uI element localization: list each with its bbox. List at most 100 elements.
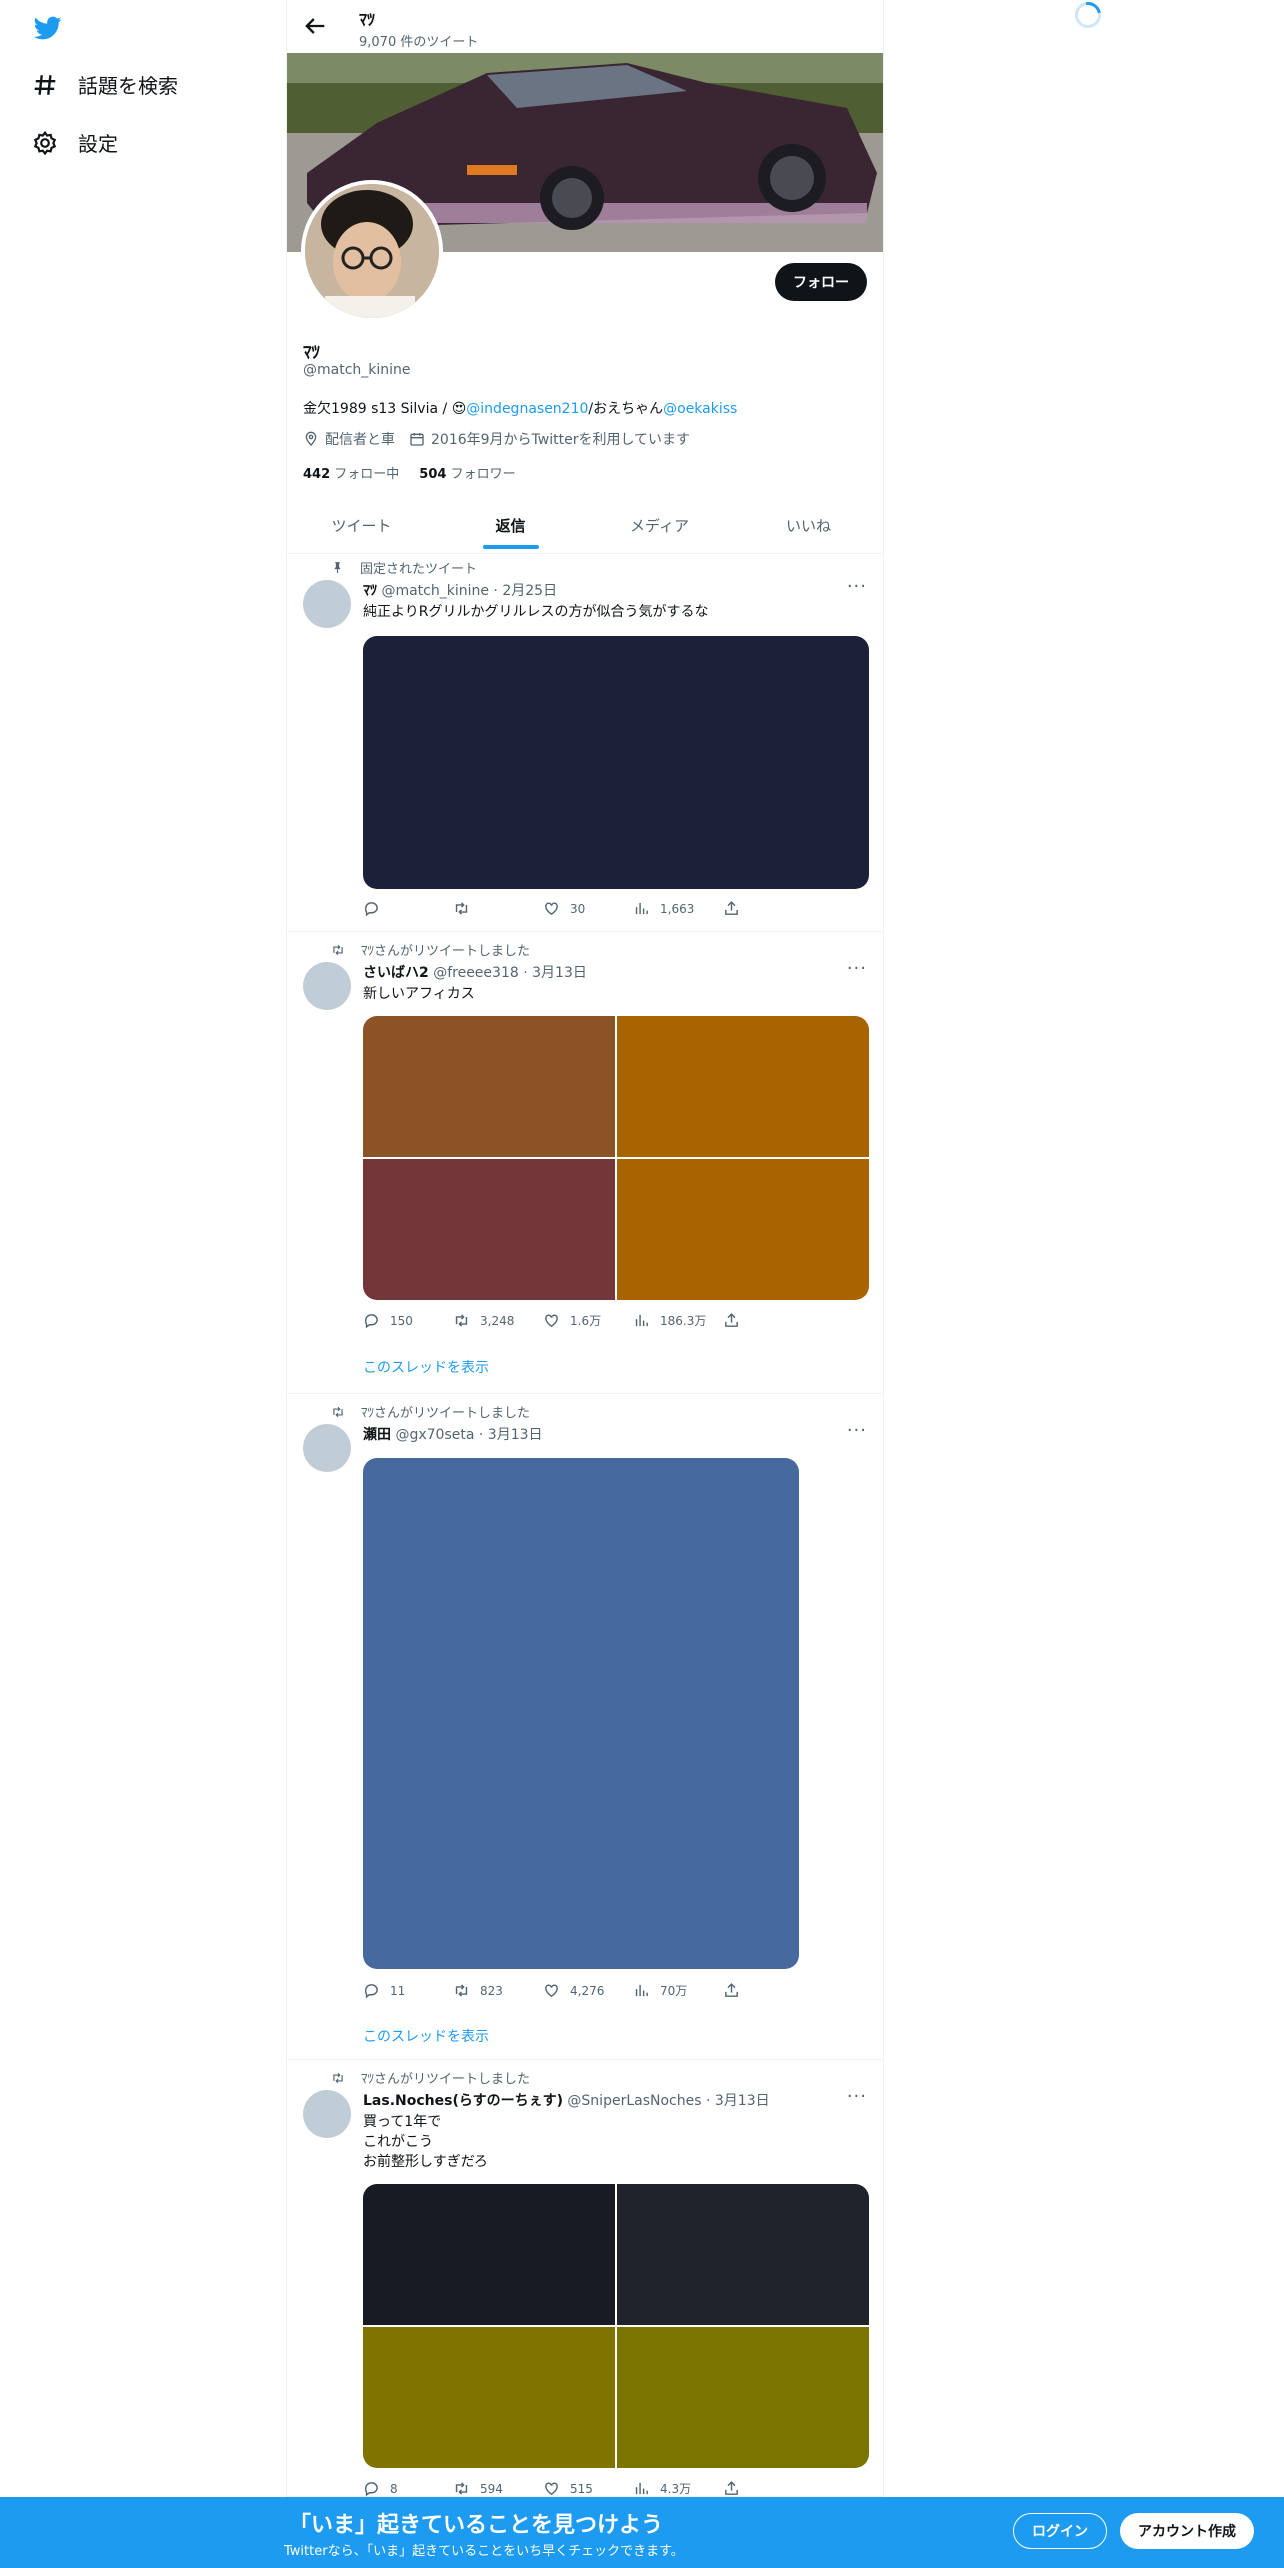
tweet-author-name[interactable]: 瀬田	[363, 1427, 391, 1443]
reply-button[interactable]	[363, 900, 453, 917]
sidebar-item-label: 話題を検索	[78, 74, 178, 98]
tab-tweets[interactable]: ツイート	[287, 504, 436, 553]
joined-text: 2016年9月からTwitterを利用しています	[431, 432, 691, 448]
media-image[interactable]	[363, 1458, 799, 1969]
tweet-author-name[interactable]: ﾏﾂ	[363, 583, 377, 599]
follow-button[interactable]: フォロー	[775, 263, 867, 301]
more-options-icon[interactable]: ···	[847, 958, 867, 979]
pinned-context: 固定されたツイート	[331, 558, 477, 577]
tweet-author-name[interactable]: Las.Noches(らすのーちぇす)	[363, 2093, 563, 2109]
tab-likes[interactable]: いいね	[734, 504, 883, 553]
tweet-header: ﾏﾂ @match_kinine · 2月25日	[363, 583, 558, 599]
sidebar-item-label: 設定	[78, 132, 118, 156]
sidebar-item-explore[interactable]: 話題を検索	[32, 70, 178, 99]
avatar[interactable]	[303, 962, 351, 1010]
retweet-button[interactable]: 823	[453, 1982, 543, 1999]
header-tweet-count: 9,070 件のツイート	[359, 35, 479, 50]
media-image[interactable]	[617, 1159, 869, 1300]
tweet-author-name[interactable]: さいばハ2	[363, 965, 429, 981]
bio-mention-link[interactable]: @oekakiss	[663, 401, 737, 417]
reply-button[interactable]: 11	[363, 1982, 453, 1999]
tweet[interactable]: ﾏﾂさんがリツイートしました 瀬田 @gx70seta · 3月13日 ··· …	[287, 1394, 883, 2060]
following-stat[interactable]: 442 フォロー中	[303, 463, 399, 482]
tweet-date[interactable]: 3月13日	[532, 965, 587, 981]
reply-icon	[364, 1314, 378, 1329]
location-text: 配信者と車	[325, 432, 395, 448]
tweet-media[interactable]	[363, 1016, 869, 1300]
like-button[interactable]: 1.6万	[543, 1312, 633, 1329]
tab-media[interactable]: メディア	[585, 504, 734, 553]
more-options-icon[interactable]: ···	[847, 2086, 867, 2107]
reply-button[interactable]: 150	[363, 1312, 453, 1329]
tweet-text-line: これがこう	[363, 2134, 433, 2150]
tweet[interactable]: 固定されたツイート ﾏﾂ @match_kinine · 2月25日 ··· 純…	[287, 554, 883, 932]
following-count: 442	[303, 467, 331, 482]
tweet-date[interactable]: 3月13日	[488, 1427, 543, 1443]
tweet[interactable]: ﾏﾂさんがリツイートしました さいばハ2 @freeee318 · 3月13日 …	[287, 932, 883, 1394]
profile-handle: @match_kinine	[303, 362, 411, 378]
retweet-button[interactable]	[453, 900, 543, 917]
tweet-author-handle[interactable]: @gx70seta	[395, 1427, 474, 1443]
more-options-icon[interactable]: ···	[847, 1420, 867, 1441]
tweet-date[interactable]: 2月25日	[502, 583, 557, 599]
reply-icon	[364, 2482, 378, 2497]
like-button[interactable]: 4,276	[543, 1982, 633, 1999]
share-button[interactable]	[723, 1312, 813, 1329]
heart-icon	[545, 902, 558, 916]
media-image[interactable]	[363, 1016, 615, 1157]
tab-replies[interactable]: 返信	[436, 504, 585, 553]
views-button[interactable]: 4.3万	[633, 2480, 723, 2497]
media-image[interactable]	[363, 2184, 615, 2325]
bio-mention-link[interactable]: @indegnasen210	[466, 401, 588, 417]
joined-item: 2016年9月からTwitterを利用しています	[409, 429, 690, 449]
tweet-author-handle[interactable]: @freeee318	[433, 965, 519, 981]
tweet-media[interactable]	[363, 1458, 799, 1969]
media-image[interactable]	[617, 1016, 869, 1157]
more-options-icon[interactable]: ···	[847, 576, 867, 597]
tweet-media[interactable]	[363, 2184, 869, 2468]
loading-spinner-icon	[1069, 0, 1107, 34]
tweet-date[interactable]: 3月13日	[715, 2093, 770, 2109]
tweet-author-handle[interactable]: @SniperLasNoches	[567, 2093, 701, 2109]
location-pin-icon	[305, 431, 317, 446]
twitter-bird-icon[interactable]	[32, 14, 64, 42]
login-button[interactable]: ログイン	[1013, 2513, 1107, 2549]
bio-text: /おえちゃん	[588, 401, 664, 417]
retweet-icon	[455, 2482, 468, 2495]
reply-button[interactable]: 8	[363, 2480, 453, 2497]
media-image[interactable]	[363, 1159, 615, 1300]
show-thread-link[interactable]: このスレッドを表示	[363, 2026, 489, 2046]
followers-stat[interactable]: 504 フォロワー	[419, 463, 515, 482]
tweet[interactable]: ﾏﾂさんがリツイートしました Las.Noches(らすのーちぇす) @Snip…	[287, 2060, 883, 2497]
views-button[interactable]: 186.3万	[633, 1312, 723, 1329]
media-image[interactable]	[617, 2184, 869, 2325]
tweet-text: 新しいアフィカス	[363, 986, 475, 1002]
retweet-button[interactable]: 3,248	[453, 1312, 543, 1329]
profile-avatar[interactable]	[301, 180, 443, 322]
avatar[interactable]	[303, 580, 351, 628]
retweet-icon	[333, 2072, 343, 2083]
media-image[interactable]	[363, 636, 869, 889]
following-label: フォロー中	[334, 467, 400, 482]
sidebar-item-settings[interactable]: 設定	[32, 128, 118, 157]
heart-icon	[545, 2482, 558, 2496]
show-thread-link[interactable]: このスレッドを表示	[363, 1357, 489, 1377]
avatar[interactable]	[303, 1424, 351, 1472]
share-button[interactable]	[723, 1982, 813, 1999]
media-image[interactable]	[617, 2327, 869, 2468]
views-button[interactable]: 1,663	[633, 900, 723, 917]
signup-button[interactable]: アカウント作成	[1120, 2513, 1254, 2549]
tweet-author-handle[interactable]: @match_kinine	[381, 583, 489, 599]
views-button[interactable]: 70万	[633, 1982, 723, 1999]
media-image[interactable]	[363, 2327, 615, 2468]
share-button[interactable]	[723, 2480, 813, 2497]
profile-meta: 配信者と車 2016年9月からTwitterを利用しています	[303, 429, 690, 449]
retweet-button[interactable]: 594	[453, 2480, 543, 2497]
back-arrow-icon[interactable]	[301, 12, 329, 40]
like-button[interactable]: 515	[543, 2480, 633, 2497]
calendar-icon	[410, 433, 424, 446]
like-button[interactable]: 30	[543, 900, 633, 917]
share-button[interactable]	[723, 900, 813, 917]
avatar[interactable]	[303, 2090, 351, 2138]
tweet-media[interactable]	[363, 636, 869, 889]
